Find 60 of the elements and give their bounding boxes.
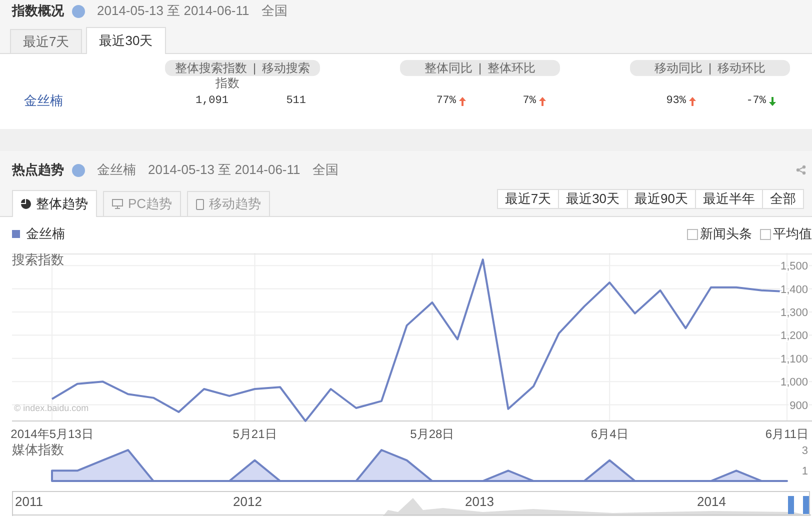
legend-label: 金丝楠	[26, 225, 65, 243]
y-tick-label: 1	[802, 466, 808, 478]
table-cell: 1,091	[195, 95, 228, 107]
axis-title: 媒体指数	[12, 442, 64, 457]
axis-title: 搜索指数	[12, 252, 64, 267]
share-icon[interactable]	[796, 165, 806, 175]
column-header-text: 指数	[214, 76, 240, 90]
section-title: 指数概况	[12, 2, 64, 20]
region-label: 全国	[261, 2, 288, 20]
table-cell: 77%	[436, 95, 456, 107]
region-label: 全国	[312, 161, 338, 179]
checkbox-label: 新闻头条	[700, 225, 752, 243]
checkbox[interactable]	[760, 228, 771, 240]
tab[interactable]: 最近30天	[86, 27, 166, 54]
phone-icon	[196, 198, 204, 210]
timeline-navigator[interactable]: 2011 2012 2013 2014	[12, 491, 810, 516]
year-label: 2012	[233, 493, 263, 511]
range-button[interactable]: 最近7天	[496, 189, 560, 209]
table-cell: 511	[286, 95, 306, 107]
keyword-link[interactable]: 金丝楠	[0, 90, 165, 112]
credit-text: © index.baidu.com	[14, 403, 89, 413]
x-tick-label: 6月4日	[590, 427, 628, 441]
range-button[interactable]: 全部	[762, 189, 804, 209]
range-button[interactable]: 最近30天	[558, 189, 628, 209]
checkbox[interactable]	[687, 228, 698, 240]
table-cell: -7%	[746, 95, 766, 107]
table-cell: 7%	[522, 95, 536, 107]
x-tick-label: 6月11日	[765, 427, 809, 441]
year-label: 2013	[465, 493, 495, 511]
help-icon[interactable]	[72, 4, 85, 18]
y-tick-label: 1,400	[780, 284, 808, 296]
date-range: 2014-05-13 至 2014-06-11	[148, 161, 300, 179]
year-label: 2011	[15, 493, 44, 511]
y-tick-label: 1,300	[780, 306, 808, 319]
range-button[interactable]: 最近半年	[695, 189, 763, 209]
tab[interactable]: 最近7天	[10, 29, 82, 53]
range-button[interactable]: 最近90天	[626, 189, 696, 209]
column-header: 整体同比 | 整体环比	[400, 60, 560, 76]
monitor-icon	[112, 199, 123, 209]
pie-chart-icon	[21, 199, 31, 209]
year-label: 2014	[697, 493, 727, 511]
date-range: 2014-05-13 至 2014-06-11	[97, 2, 250, 20]
y-tick-label: 900	[790, 400, 808, 412]
y-tick-label: 1,200	[780, 330, 808, 342]
y-tick-label: 1,500	[780, 260, 808, 273]
tab[interactable]: 整体趋势	[12, 190, 97, 217]
y-tick-label: 3	[802, 445, 808, 457]
legend-swatch	[12, 230, 20, 238]
column-header: 移动同比 | 移动环比	[630, 60, 790, 76]
x-tick-label: 5月21日	[232, 427, 277, 441]
section-title: 热点趋势	[12, 161, 64, 179]
checkbox-label: 平均值	[773, 225, 812, 243]
column-header: 整体搜索指数 | 移动搜索	[165, 60, 320, 76]
help-icon[interactable]	[72, 164, 85, 176]
y-tick-label: 1,000	[780, 376, 808, 389]
x-tick-label: 5月28日	[410, 427, 454, 441]
y-tick-label: 1,100	[780, 353, 808, 366]
x-tick-label: 2014年5月13日	[10, 427, 94, 441]
keyword-label: 金丝楠	[97, 161, 136, 179]
table-cell: 93%	[666, 95, 686, 107]
